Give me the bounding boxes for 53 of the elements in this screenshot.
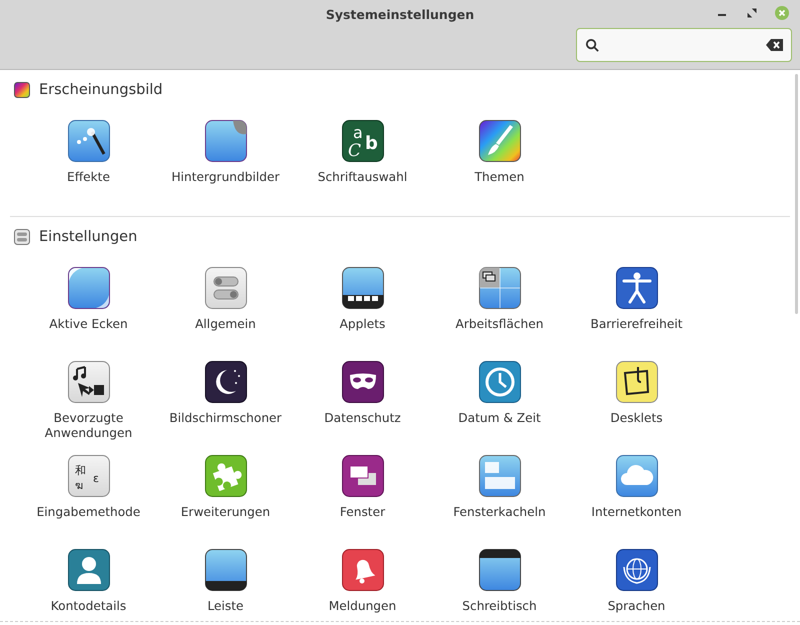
paintbrush-icon bbox=[478, 120, 520, 162]
puzzle-icon bbox=[204, 455, 246, 497]
settings-item[interactable]: Erweiterungen bbox=[157, 455, 294, 535]
settings-item[interactable]: Applets bbox=[294, 267, 431, 347]
settings-item[interactable]: Themen bbox=[431, 120, 568, 200]
cloud-icon bbox=[616, 455, 658, 497]
panel-applets-icon bbox=[342, 267, 384, 309]
settings-item[interactable]: Desklets bbox=[568, 361, 705, 441]
settings-item[interactable]: Meldungen bbox=[294, 549, 431, 625]
toggle-switches-icon bbox=[204, 267, 246, 309]
settings-item[interactable]: Barrierefreiheit bbox=[568, 267, 705, 347]
scrollbar[interactable] bbox=[795, 74, 798, 314]
clock-icon bbox=[478, 361, 520, 403]
settings-item[interactable]: Fenster bbox=[294, 455, 431, 535]
settings-item[interactable]: Allgemein bbox=[157, 267, 294, 347]
settings-item[interactable]: Schreibtisch bbox=[431, 549, 568, 625]
window-title: Systemeinstellungen bbox=[326, 6, 474, 22]
settings-item[interactable]: Bildschirmschoner bbox=[157, 361, 294, 441]
magic-wand-icon bbox=[68, 120, 110, 162]
screen-corners-icon bbox=[68, 267, 110, 309]
sticky-note-icon bbox=[616, 361, 658, 403]
globe-emblem-icon bbox=[616, 549, 658, 591]
settings-item[interactable]: Aktive Ecken bbox=[20, 267, 157, 347]
section-title: Erscheinungsbild bbox=[39, 82, 163, 98]
settings-item[interactable]: Fensterkacheln bbox=[431, 455, 568, 535]
workspace-grid-icon bbox=[478, 267, 520, 309]
settings-item[interactable]: Kontodetails bbox=[20, 549, 157, 625]
mask-icon bbox=[342, 361, 384, 403]
panel-icon bbox=[204, 549, 246, 591]
bell-icon bbox=[342, 549, 384, 591]
settings-item[interactable]: Hintergrundbilder bbox=[157, 120, 294, 200]
clear-icon[interactable] bbox=[766, 38, 784, 52]
media-apps-icon bbox=[68, 361, 110, 403]
color-square-icon bbox=[14, 82, 30, 98]
windows-icon bbox=[342, 455, 384, 497]
desktop-icon bbox=[478, 549, 520, 591]
settings-item[interactable]: Datenschutz bbox=[294, 361, 431, 441]
settings-item[interactable]: Internetkonten bbox=[568, 455, 705, 535]
settings-item[interactable]: Sprachen bbox=[568, 549, 705, 625]
moon-icon bbox=[204, 361, 246, 403]
toggle-switches-icon bbox=[14, 229, 30, 245]
wallpaper-icon bbox=[204, 120, 246, 162]
search-icon bbox=[585, 38, 600, 53]
settings-item[interactable]: Effekte bbox=[20, 120, 157, 200]
section-title: Einstellungen bbox=[39, 229, 138, 245]
settings-item[interactable]: Datum & Zeit bbox=[431, 361, 568, 441]
tiled-windows-icon bbox=[478, 455, 520, 497]
search-field[interactable] bbox=[576, 28, 792, 62]
accessibility-icon bbox=[616, 267, 658, 309]
settings-item[interactable]: Leiste bbox=[157, 549, 294, 625]
settings-item[interactable]: Bevorzugte Anwendungen bbox=[20, 361, 157, 441]
settings-item[interactable]: Arbeitsflächen bbox=[431, 267, 568, 347]
user-icon bbox=[68, 549, 110, 591]
